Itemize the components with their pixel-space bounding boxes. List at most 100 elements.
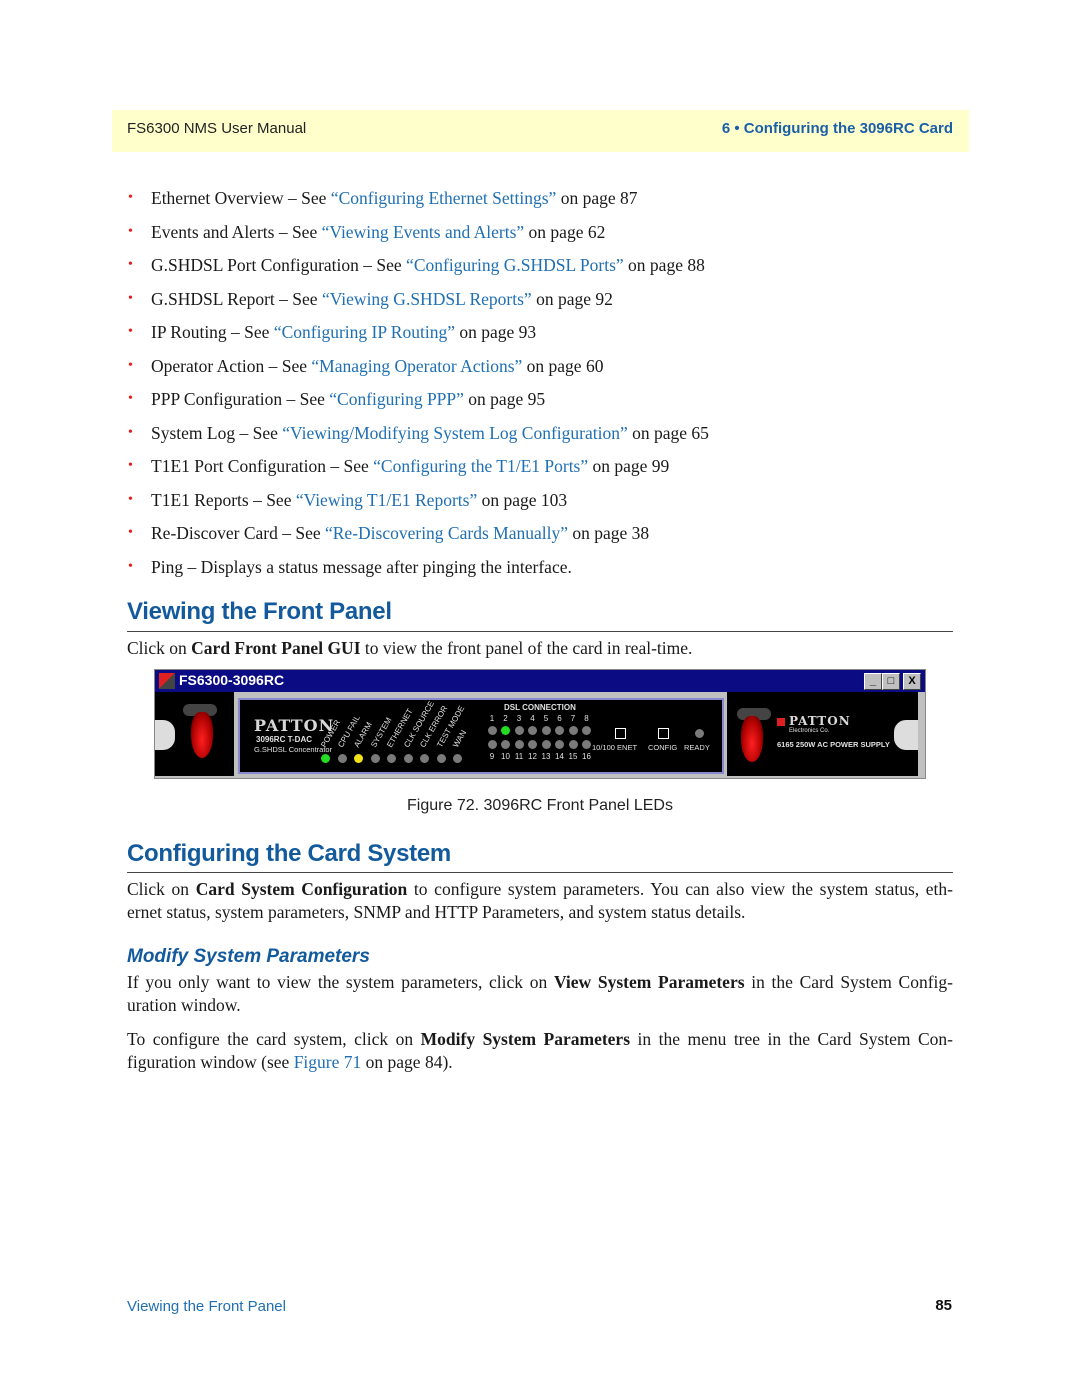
status-led [321,754,330,763]
item-text: Operator Action – See [151,355,312,376]
bullet-icon: • [128,290,133,306]
status-led [387,754,396,763]
dsl-port-led [582,740,591,749]
status-led [337,754,347,763]
page-reference: on page 92 [531,288,613,309]
power-supply-faceplate: PATTON Electronics Co. 6165 250W AC POWE… [727,692,918,776]
menu-item-list: • Ethernet Overview – See “Configuring Et… [127,184,947,586]
cross-reference-link[interactable]: “Configuring the T1/E1 Ports” [373,456,588,476]
dsl-port-number: 16 [582,752,591,761]
dsl-port-led [555,726,564,735]
dsl-port-number: 8 [584,714,589,723]
dsl-port-led [582,726,591,735]
front-panel-window: FS6300-3096RC _ □ X PATTON 3096RC T-DAC … [154,669,926,779]
item-text: G.SHDSL Port Configuration – See [151,255,407,275]
bullet-icon: • [128,190,133,205]
cross-reference-link[interactable]: “Configuring IP Routing” [274,322,455,342]
text: to view the front panel of the card in r… [360,638,693,658]
ready-led [695,729,704,738]
cross-reference-link[interactable]: “Re-Discovering Cards Manually” [325,523,568,543]
list-item: • System Log – See “Viewing/Modifying Sys… [127,419,947,453]
running-header: FS6300 NMS User Manual 6 • Configuring t… [112,110,969,152]
patton-logo: PATTON [254,716,335,735]
list-item: • G.SHDSL Report – See “Viewing G.SHDSL R… [127,285,947,319]
list-item: • PPP Configuration – See “Configuring PP… [127,385,947,419]
item-text: System Log – See [151,422,283,443]
status-led [354,754,363,763]
bullet-icon: • [128,257,133,272]
ui-term: Card System Configuration [195,879,408,899]
card-handle-left [155,692,234,776]
minimize-button[interactable]: _ [864,673,882,690]
text: Click on [127,638,192,658]
heading-rule [127,631,953,632]
close-button[interactable]: X [903,673,921,690]
item-text: Events and Alerts – See [151,221,322,242]
cross-reference-link[interactable]: “Configuring Ethernet Settings” [331,188,557,208]
maximize-button[interactable]: □ [882,673,900,690]
item-text: Re-Discover Card – See [151,523,325,543]
ui-term: Card Front Panel GUI [191,638,361,658]
enet-port-icon [615,728,626,739]
cross-reference-link[interactable]: “Managing Operator Actions” [311,356,522,376]
item-text: T1E1 Reports – See [151,489,296,510]
dsl-port-number: 6 [557,714,562,723]
dsl-port-number: 12 [528,752,537,761]
bullet-icon: • [128,424,133,440]
cross-reference-link[interactable]: “Viewing/Modifying System Log Configurat… [282,423,628,443]
item-text: G.SHDSL Report – See [151,288,322,309]
text: To configure the card system, click on [127,1029,421,1049]
text: Click on [127,879,196,899]
front-panel-paragraph: Click on Card Front Panel GUI to view th… [127,637,953,660]
item-text: IP Routing – See [151,322,274,342]
page-reference: on page 95 [463,389,546,409]
dsl-port-number: 1 [489,714,495,723]
ui-term: Modify System Parameters [420,1029,631,1049]
list-item: • Operator Action – See “Managing Operato… [127,352,947,386]
status-led [436,754,446,763]
page-reference: on page 88 [623,255,705,275]
list-item: • G.SHDSL Port Configuration – See “Confi… [127,251,947,285]
page-reference: on page 103 [477,489,568,510]
page-reference: on page 93 [454,322,537,342]
ready-label: READY [684,743,710,752]
bullet-icon: • [128,391,133,406]
bullet-icon: • [128,223,133,239]
item-text: T1E1 Port Configuration – See [151,456,374,476]
page-reference: on page 87 [556,188,638,208]
bullet-icon: • [128,357,133,373]
subtitle-label: G.SHDSL Concentrator [254,745,333,754]
config-port-label: CONFIG [648,743,678,752]
dsl-port-number: 10 [501,752,510,761]
heading-rule [127,872,953,873]
cross-reference-link[interactable]: “Viewing T1/E1 Reports” [296,490,477,510]
cross-reference-link[interactable]: “Viewing Events and Alerts” [322,222,525,242]
handle-grip-icon [741,716,763,762]
dsl-connection-label: DSL CONNECTION [504,703,576,712]
dsl-port-number: 9 [489,752,495,761]
list-item: • T1E1 Port Configuration – See “Configur… [127,452,947,486]
page-reference: on page 38 [567,523,650,543]
list-item: • IP Routing – See “Configuring IP Routin… [127,318,947,352]
item-text: PPP Configuration – See [151,389,330,409]
status-led [453,754,462,763]
cross-reference-link[interactable]: “Configuring G.SHDSL Ports” [406,255,624,275]
dsl-port-led [487,740,497,749]
model-label: 3096RC T-DAC [256,735,313,744]
status-led-label: WAN [451,728,469,749]
figure-71-link[interactable]: Figure 71 [294,1052,362,1072]
dsl-port-led [555,740,564,749]
manual-title: FS6300 NMS User Manual [127,120,307,137]
dsl-port-led [541,726,551,735]
dsl-port-number: 5 [543,714,549,723]
section-heading-front-panel: Viewing the Front Panel [127,598,392,625]
dsl-port-number: 4 [530,714,535,723]
list-item: • Ethernet Overview – See “Configuring Et… [127,184,947,218]
status-led [420,754,429,763]
dsl-port-number: 7 [570,714,576,723]
cross-reference-link[interactable]: “Configuring PPP” [329,389,464,409]
dsl-port-led [514,726,524,735]
dsl-port-number: 14 [555,752,564,761]
dsl-port-led [501,726,510,735]
cross-reference-link[interactable]: “Viewing G.SHDSL Reports” [322,289,532,309]
